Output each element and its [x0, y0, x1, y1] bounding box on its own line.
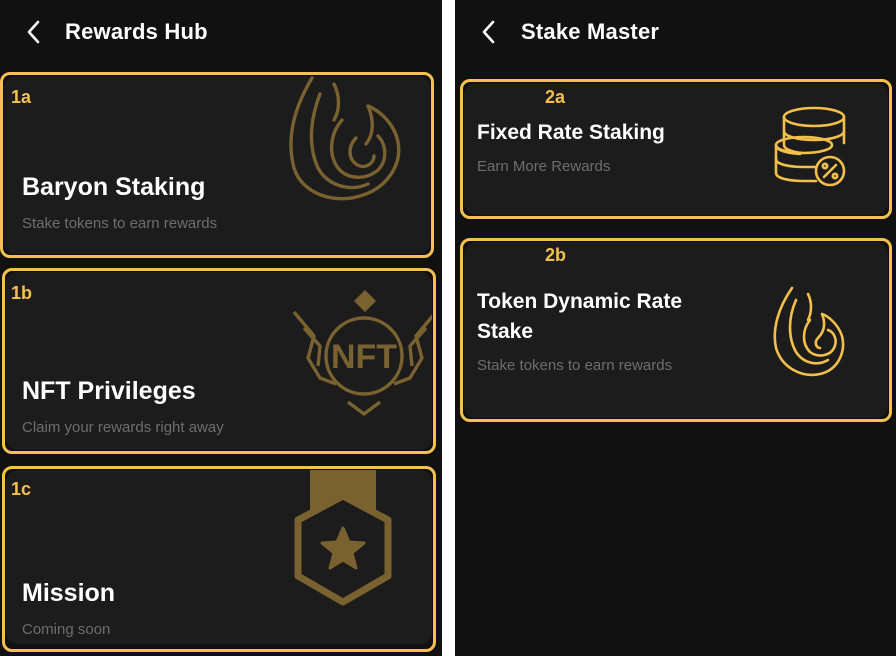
nft-privileges-card[interactable]: NFT NFT Privileges Claim your rewards ri… [6, 272, 432, 450]
card-title: Baryon Staking [22, 173, 206, 201]
token-dynamic-rate-stake-card[interactable]: Token Dynamic Rate Stake Stake tokens to… [464, 242, 888, 418]
annotation-tag: 2a [545, 87, 566, 107]
baryon-staking-card[interactable]: Baryon Staking Stake tokens to earn rewa… [4, 76, 430, 254]
page-title: Rewards Hub [65, 19, 208, 44]
mission-card[interactable]: Mission Coming soon [6, 470, 432, 644]
fixed-rate-staking-card[interactable]: Fixed Rate Staking Earn More Rewards [464, 83, 888, 215]
annotation-tag: 1c [11, 479, 32, 499]
svg-text:NFT: NFT [331, 338, 397, 376]
annotation-tag: 2b [545, 245, 567, 265]
card-title: Mission [22, 579, 116, 607]
back-button[interactable] [477, 18, 503, 46]
annotation-tag: 1b [11, 283, 33, 303]
header: Stake Master [455, 0, 896, 64]
card-title: NFT Privileges [22, 377, 196, 405]
stake-master-screen: Stake Master Fixed Rate Staking Earn Mor… [455, 0, 896, 656]
nft-badge-icon: NFT [290, 286, 432, 420]
card-subtitle: Earn More Rewards [477, 158, 611, 175]
rewards-hub-screen: Rewards Hub Baryon Staking Stake tokens … [0, 0, 442, 656]
card-title-line-1: Token Dynamic Rate [477, 290, 683, 313]
card-subtitle: Claim your rewards right away [22, 419, 224, 436]
page-title: Stake Master [521, 19, 660, 44]
chevron-left-icon [482, 20, 495, 44]
star-medal-icon [282, 470, 404, 610]
card-subtitle: Coming soon [22, 621, 111, 638]
flame-icon [770, 286, 846, 380]
back-button[interactable] [22, 18, 48, 46]
card-title: Fixed Rate Staking [477, 121, 665, 144]
flame-icon [284, 76, 414, 206]
coins-percent-icon [770, 105, 852, 191]
header: Rewards Hub [0, 0, 442, 64]
annotation-tag: 1a [11, 87, 32, 107]
chevron-left-icon [27, 20, 40, 44]
card-title-line-2: Stake [477, 320, 534, 343]
card-subtitle: Stake tokens to earn rewards [477, 357, 673, 374]
card-subtitle: Stake tokens to earn rewards [22, 215, 218, 232]
